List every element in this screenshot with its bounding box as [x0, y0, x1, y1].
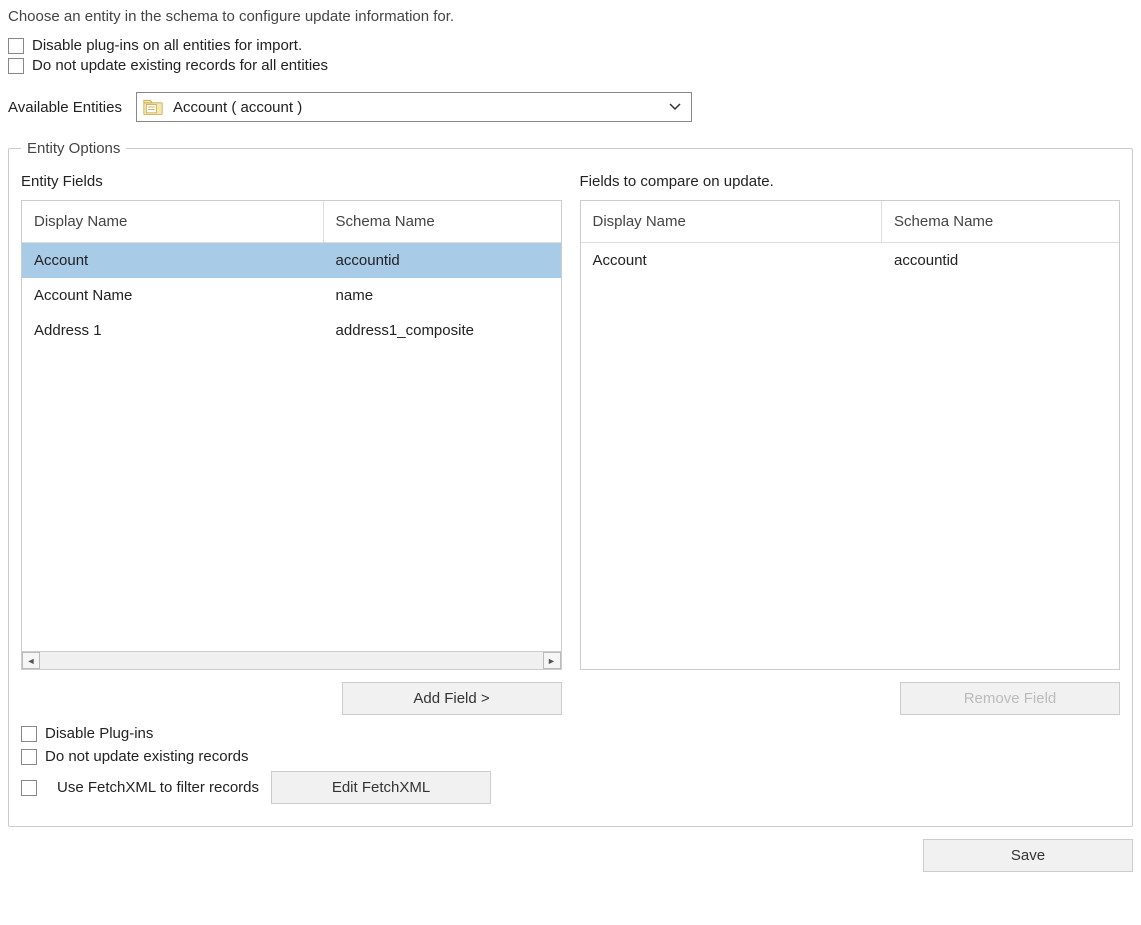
remove-field-button[interactable]: Remove Field: [900, 682, 1120, 715]
no-update-existing-checkbox[interactable]: [21, 749, 37, 765]
compare-fields-title: Fields to compare on update.: [580, 173, 1121, 190]
table-row[interactable]: Address 1address1_composite: [22, 313, 561, 348]
column-header-display-name[interactable]: Display Name: [581, 201, 883, 242]
column-header-display-name[interactable]: Display Name: [22, 201, 324, 242]
no-update-all-label[interactable]: Do not update existing records for all e…: [32, 57, 328, 74]
table-row[interactable]: Accountaccountid: [581, 243, 1120, 278]
entity-options-legend: Entity Options: [21, 140, 126, 157]
dropdown-selected-text: Account ( account ): [173, 99, 659, 116]
cell-schema-name: address1_composite: [324, 313, 561, 348]
column-header-schema-name[interactable]: Schema Name: [324, 201, 561, 242]
no-update-existing-label[interactable]: Do not update existing records: [45, 748, 248, 765]
chevron-down-icon: [659, 100, 691, 114]
entity-fields-title: Entity Fields: [21, 173, 562, 190]
use-fetchxml-checkbox[interactable]: [21, 780, 37, 796]
use-fetchxml-label[interactable]: Use FetchXML to filter records: [57, 779, 259, 796]
horizontal-scrollbar[interactable]: ◄ ►: [22, 651, 561, 669]
intro-text: Choose an entity in the schema to config…: [8, 8, 1133, 25]
compare-fields-table: Display Name Schema Name Accountaccounti…: [580, 200, 1121, 670]
disable-plugins-checkbox[interactable]: [21, 726, 37, 742]
add-field-button[interactable]: Add Field >: [342, 682, 562, 715]
table-row[interactable]: Accountaccountid: [22, 243, 561, 278]
available-entities-dropdown[interactable]: Account ( account ): [136, 92, 692, 122]
available-entities-label: Available Entities: [8, 99, 122, 116]
save-button[interactable]: Save: [923, 839, 1133, 872]
cell-display-name: Address 1: [22, 313, 324, 348]
table-row[interactable]: Account Namename: [22, 278, 561, 313]
disable-plugins-all-checkbox[interactable]: [8, 38, 24, 54]
edit-fetchxml-button[interactable]: Edit FetchXML: [271, 771, 491, 804]
cell-schema-name: accountid: [324, 243, 561, 278]
scroll-right-arrow-icon[interactable]: ►: [543, 652, 561, 669]
scroll-track[interactable]: [40, 652, 543, 669]
disable-plugins-label[interactable]: Disable Plug-ins: [45, 725, 153, 742]
disable-plugins-all-label[interactable]: Disable plug-ins on all entities for imp…: [32, 37, 302, 54]
no-update-all-checkbox[interactable]: [8, 58, 24, 74]
cell-schema-name: name: [324, 278, 561, 313]
cell-schema-name: accountid: [882, 243, 1119, 278]
scroll-left-arrow-icon[interactable]: ◄: [22, 652, 40, 669]
cell-display-name: Account: [22, 243, 324, 278]
cell-display-name: Account Name: [22, 278, 324, 313]
column-header-schema-name[interactable]: Schema Name: [882, 201, 1119, 242]
cell-display-name: Account: [581, 243, 883, 278]
entity-fields-table: Display Name Schema Name Accountaccounti…: [21, 200, 562, 670]
entity-options-group: Entity Options Entity Fields Display Nam…: [8, 140, 1133, 827]
folder-icon: [143, 98, 163, 116]
